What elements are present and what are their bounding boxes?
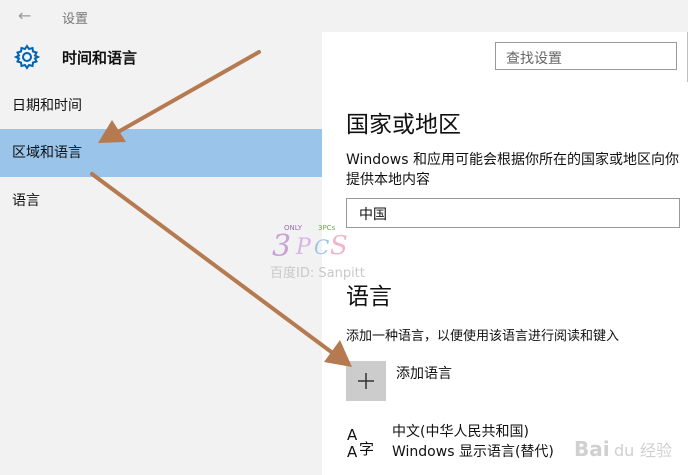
gear-icon bbox=[14, 44, 40, 70]
sidebar-item-date-time[interactable]: 日期和时间 bbox=[0, 82, 322, 130]
svg-text:经验: 经验 bbox=[640, 441, 672, 460]
svg-text:du: du bbox=[614, 441, 634, 460]
svg-text:P: P bbox=[295, 235, 312, 260]
svg-text:A: A bbox=[347, 443, 358, 460]
svg-text:字: 字 bbox=[359, 440, 374, 458]
svg-text:A: A bbox=[347, 426, 358, 444]
plus-icon bbox=[358, 373, 374, 389]
region-heading: 国家或地区 bbox=[346, 112, 461, 138]
svg-text:3: 3 bbox=[272, 229, 291, 262]
languages-description: 添加一种语言，以便使用该语言进行阅读和键入 bbox=[346, 329, 620, 344]
sidebar-item-language[interactable]: 语言 bbox=[0, 177, 322, 225]
add-language-label[interactable]: 添加语言 bbox=[396, 363, 452, 383]
language-item-sub: Windows 显示语言(替代) bbox=[392, 444, 554, 460]
languages-heading: 语言 bbox=[346, 284, 392, 310]
language-item-name[interactable]: 中文(中华人民共和国) bbox=[392, 421, 529, 441]
window-title: 设置 bbox=[62, 12, 89, 27]
baidu-watermark-icon: Bai du 经验 bbox=[574, 437, 672, 461]
watermark-logo-icon: ONLY 3PCs 3 P C S bbox=[272, 224, 348, 262]
language-icon: A A 字 bbox=[347, 426, 374, 460]
country-select[interactable]: 中国 bbox=[346, 198, 680, 228]
svg-text:Bai: Bai bbox=[574, 437, 610, 461]
add-language-button[interactable] bbox=[346, 361, 386, 401]
search-input[interactable]: 查找设置 bbox=[495, 42, 677, 70]
svg-text:C: C bbox=[314, 235, 329, 259]
svg-text:S: S bbox=[330, 231, 348, 261]
sidebar-item-region-language[interactable]: 区域和语言 bbox=[0, 129, 322, 177]
region-description: Windows 和应用可能会根据你所在的国家或地区向你提供本地内容 bbox=[346, 152, 679, 188]
back-arrow-icon[interactable]: ← bbox=[18, 6, 31, 25]
section-title: 时间和语言 bbox=[62, 49, 138, 67]
title-bar: ← 设置 bbox=[0, 0, 688, 32]
